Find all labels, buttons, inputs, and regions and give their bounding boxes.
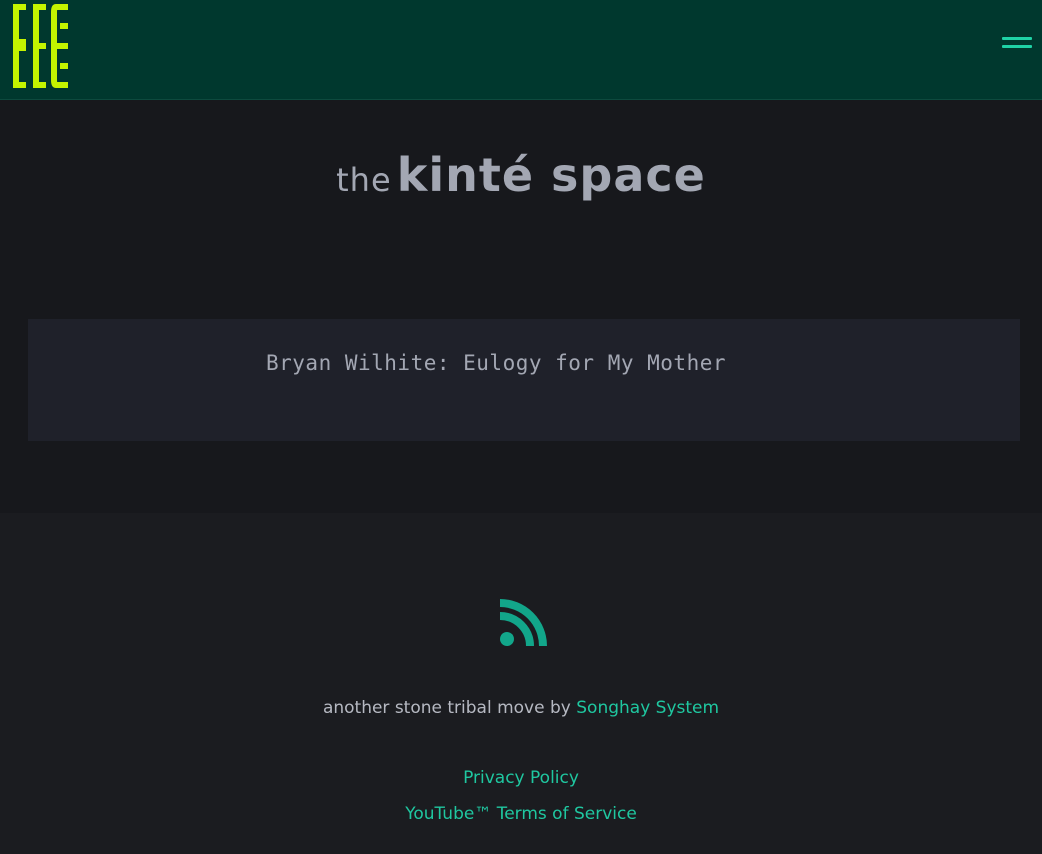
stone-logo-icon[interactable]: [10, 4, 70, 88]
credit-text: another stone tribal move by: [322, 698, 577, 718]
site-header: [0, 0, 1042, 100]
hamburger-menu-icon: [1002, 37, 1032, 40]
songhay-system-link[interactable]: Songhay System: [576, 698, 719, 718]
menu-button[interactable]: [1000, 35, 1034, 53]
post-card: Bryan Wilhite: Eulogy for My Mother: [28, 319, 1020, 441]
footer-credit: another stone tribal move by Songhay Sys…: [0, 698, 1042, 718]
site-title: the kinté space: [0, 148, 1042, 218]
footer-links: Privacy Policy YouTube™ Terms of Service: [0, 768, 1042, 840]
rss-feed-icon[interactable]: [499, 599, 547, 647]
youtube-terms-link[interactable]: YouTube™ Terms of Service: [0, 804, 1042, 840]
site-footer: another stone tribal move by Songhay Sys…: [0, 513, 1042, 854]
site-title-main: kinté space: [396, 148, 706, 202]
post-title-link[interactable]: Bryan Wilhite: Eulogy for My Mother: [266, 351, 726, 375]
privacy-policy-link[interactable]: Privacy Policy: [0, 768, 1042, 804]
site-title-prefix: the: [336, 161, 392, 199]
